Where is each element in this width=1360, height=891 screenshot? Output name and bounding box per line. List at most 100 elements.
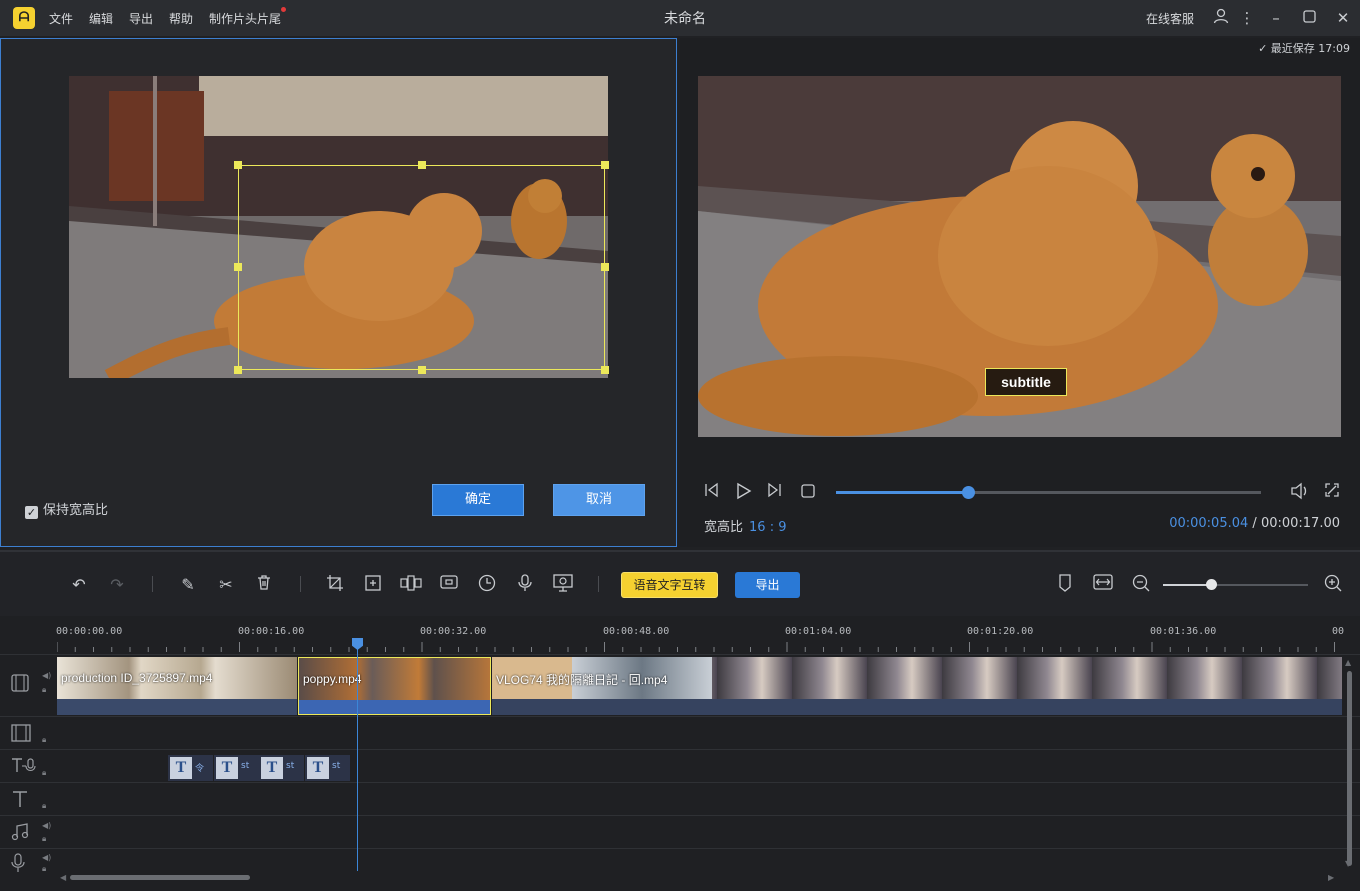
crop-handle-top-left[interactable]: [234, 161, 242, 169]
pip-track: 🔒︎: [0, 716, 1360, 749]
crop-icon[interactable]: [324, 574, 346, 596]
subtitle-track: 🔒︎ T令 Tst Tst Tst: [0, 749, 1360, 782]
scroll-up-icon[interactable]: ▲: [1345, 658, 1351, 667]
cancel-button[interactable]: 取消: [553, 484, 645, 516]
zoom-out-icon[interactable]: [1130, 574, 1152, 596]
subtitle-clip[interactable]: Tst: [214, 755, 259, 781]
window-title: 未命名: [664, 11, 706, 27]
title-bar: ᗩ 文件 编辑 导出 帮助 制作片头片尾 未命名 在线客服 ⋮ – ✕: [0, 0, 1360, 36]
track-lock-icon[interactable]: 🔒︎: [42, 735, 46, 745]
track-volume-icon[interactable]: ◀): [42, 821, 51, 831]
mosaic-icon[interactable]: [400, 574, 422, 596]
track-lock-icon[interactable]: 🔒︎: [42, 864, 46, 874]
timeline-zoom-slider[interactable]: [1163, 579, 1308, 590]
more-menu-icon[interactable]: ⋮: [1237, 8, 1257, 28]
close-icon[interactable]: ✕: [1333, 8, 1353, 28]
edit-toolbar: ↶ ↷ ✎ ✂ 语音文字互转 导出: [0, 550, 1360, 616]
fullscreen-icon[interactable]: [1321, 482, 1343, 504]
online-service-link[interactable]: 在线客服: [1146, 10, 1194, 27]
video-editor-window: ᗩ 文件 编辑 导出 帮助 制作片头片尾 未命名 在线客服 ⋮ – ✕ ✓ 保持…: [0, 0, 1360, 891]
keep-ratio-checkbox[interactable]: ✓: [25, 506, 38, 519]
keep-ratio-label: 保持宽高比: [43, 503, 109, 518]
crop-handle-left[interactable]: [234, 263, 242, 271]
export-button[interactable]: 导出: [735, 572, 800, 598]
play-icon[interactable]: [732, 482, 754, 504]
subtitle-clip[interactable]: Tst: [259, 755, 304, 781]
video-clip[interactable]: production ID_3725897.mp4: [57, 657, 297, 715]
clip-name: VLOG74 我的隔離日記 - 回.mp4: [496, 673, 668, 687]
track-lock-icon[interactable]: 🔒︎: [42, 801, 46, 811]
current-time: 00:00:05.04: [1169, 516, 1249, 531]
time-ruler-ticks[interactable]: [57, 642, 1342, 652]
subtitle-clip[interactable]: Tst: [305, 755, 350, 781]
redo-icon[interactable]: ↷: [106, 574, 128, 596]
subtitle-clip[interactable]: T令: [168, 755, 213, 781]
confirm-button[interactable]: 确定: [432, 484, 524, 516]
zoom-in-icon[interactable]: [1322, 574, 1344, 596]
vertical-scrollbar[interactable]: [1347, 671, 1352, 866]
crop-handle-bottom[interactable]: [418, 366, 426, 374]
volume-icon[interactable]: [1288, 482, 1310, 504]
crop-handle-top-right[interactable]: [601, 161, 609, 169]
crop-selection-box[interactable]: [234, 161, 609, 374]
playhead-line[interactable]: [357, 643, 358, 871]
menu-help[interactable]: 帮助: [169, 10, 193, 27]
menu-export[interactable]: 导出: [129, 10, 153, 27]
time-separator: /: [1252, 516, 1257, 531]
track-volume-icon[interactable]: ◀): [42, 853, 51, 863]
screen-record-icon[interactable]: [552, 574, 574, 596]
subtitle-overlay[interactable]: subtitle: [985, 368, 1067, 396]
previous-frame-icon[interactable]: [700, 482, 722, 504]
track-lock-icon[interactable]: 🔒︎: [42, 768, 46, 778]
video-track-icon: [10, 673, 30, 697]
minimize-icon[interactable]: –: [1266, 8, 1286, 28]
crop-panel: ✓ 保持宽高比 确定 取消: [0, 38, 677, 547]
undo-icon[interactable]: ↶: [68, 574, 90, 596]
clip-name: poppy.mp4: [303, 672, 362, 686]
keep-ratio-option[interactable]: ✓ 保持宽高比: [25, 499, 108, 519]
timeline[interactable]: 00:00:00.00 00:00:16.00 00:00:32.00 00:0…: [0, 616, 1360, 891]
horizontal-scrollbar[interactable]: [70, 875, 250, 880]
scroll-right-icon[interactable]: ▶: [1328, 873, 1334, 882]
video-clip-selected[interactable]: poppy.mp4: [298, 657, 491, 715]
duration-clock-icon[interactable]: [476, 574, 498, 596]
text-t-icon: T: [261, 757, 283, 779]
track-lock-icon[interactable]: 🔒︎: [42, 685, 46, 695]
ruler-label: 00:01:36.00: [1150, 626, 1217, 637]
text-to-speech-icon: [10, 756, 36, 780]
text-t-icon: T: [170, 757, 192, 779]
seek-handle[interactable]: [962, 486, 976, 499]
track-volume-icon[interactable]: ◀): [42, 671, 51, 681]
edit-pencil-icon[interactable]: ✎: [177, 574, 199, 596]
zoom-fill: [1163, 584, 1211, 586]
maximize-icon[interactable]: [1299, 8, 1319, 28]
next-frame-icon[interactable]: [764, 482, 786, 504]
last-saved-text: 最近保存 17:09: [1270, 42, 1350, 55]
crop-handle-bottom-left[interactable]: [234, 366, 242, 374]
track-lock-icon[interactable]: 🔒︎: [42, 834, 46, 844]
toolbar-divider: [598, 576, 599, 592]
microphone-icon[interactable]: [514, 574, 536, 596]
delete-trash-icon[interactable]: [253, 574, 275, 596]
scroll-down-icon[interactable]: ▼: [1345, 859, 1351, 868]
fit-timeline-icon[interactable]: [1092, 574, 1114, 596]
playback-seek-bar[interactable]: [836, 486, 1261, 499]
scissors-icon[interactable]: ✂: [215, 574, 237, 596]
marker-icon[interactable]: [1054, 574, 1076, 596]
aspect-ratio-value[interactable]: 16 : 9: [749, 520, 786, 535]
menu-edit[interactable]: 编辑: [89, 10, 113, 27]
freeze-frame-icon[interactable]: [438, 574, 460, 596]
crop-handle-top[interactable]: [418, 161, 426, 169]
crop-handle-right[interactable]: [601, 263, 609, 271]
zoom-frame-icon[interactable]: [362, 574, 384, 596]
menu-intro-outro[interactable]: 制作片头片尾: [209, 10, 281, 27]
aspect-ratio-display[interactable]: 宽高比 16 : 9: [704, 516, 786, 535]
user-icon[interactable]: [1211, 8, 1231, 28]
zoom-slider-handle[interactable]: [1205, 579, 1217, 590]
crop-handle-bottom-right[interactable]: [601, 366, 609, 374]
speech-text-convert-button[interactable]: 语音文字互转: [621, 572, 718, 598]
menu-file[interactable]: 文件: [49, 10, 73, 27]
scroll-left-icon[interactable]: ◀: [60, 873, 66, 882]
stop-icon[interactable]: [797, 482, 819, 504]
video-clip[interactable]: VLOG74 我的隔離日記 - 回.mp4: [492, 657, 1342, 715]
